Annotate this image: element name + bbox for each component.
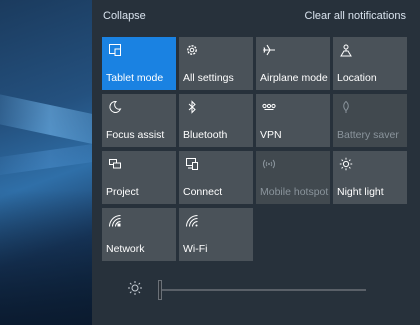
tile-bluetooth[interactable]: Bluetooth [179,94,253,147]
project-icon [109,159,121,169]
vpn-icon [262,103,276,110]
tile-airplane-mode[interactable]: Airplane mode [256,37,330,90]
tile-label: VPN [260,129,282,141]
clear-all-notifications-link[interactable]: Clear all notifications [305,10,407,22]
tile-label: Mobile hotspot [260,186,329,198]
tile-night-light[interactable]: Night light [333,151,407,204]
sun-icon [339,157,353,171]
tile-label: Battery saver [337,129,399,141]
tile-label: Focus assist [106,129,165,141]
tile-mobile-hotspot[interactable]: Mobile hotspot [256,151,330,204]
wallpaper-shadow [0,190,92,325]
bluetooth-icon [188,100,196,114]
tile-vpn[interactable]: VPN [256,94,330,147]
battery-saver-icon [343,100,349,113]
brightness-slider-thumb[interactable] [158,280,162,300]
tile-label: Project [106,186,139,198]
tile-label: Night light [337,186,384,198]
tile-label: Network [106,243,145,255]
wallpaper-light-beam [0,140,92,178]
brightness-slider-track[interactable] [159,289,366,291]
tile-connect[interactable]: Connect [179,151,253,204]
tile-battery-saver[interactable]: Battery saver [333,94,407,147]
brightness-icon [128,281,142,295]
tile-label: Location [337,72,377,84]
tile-focus-assist[interactable]: Focus assist [102,94,176,147]
tile-label: Wi-Fi [183,243,208,255]
gear-icon [187,45,197,55]
moon-icon [109,100,122,113]
tile-all-settings[interactable]: All settings [179,37,253,90]
tile-network[interactable]: Network [102,208,176,261]
tile-label: Bluetooth [183,129,228,141]
wifi-icon [186,215,198,227]
tile-label: Tablet mode [106,72,164,84]
collapse-link[interactable]: Collapse [103,10,146,22]
tile-label: All settings [183,72,234,84]
tile-label: Airplane mode [260,72,328,84]
tile-location[interactable]: Location [333,37,407,90]
desktop-wallpaper [0,0,92,325]
location-icon [340,44,352,57]
action-center-header: Collapse Clear all notifications [92,0,420,34]
tile-tablet-mode[interactable]: Tablet mode [102,37,176,90]
tablet-mode-icon [109,44,121,56]
network-icon [109,215,121,227]
action-center: Collapse Clear all notifications Tablet … [92,0,420,325]
wallpaper-light-beam [0,90,92,150]
tile-wifi[interactable]: Wi-Fi [179,208,253,261]
airplane-icon [263,44,275,56]
tile-project[interactable]: Project [102,151,176,204]
tile-label: Connect [183,186,223,198]
mobile-hotspot-icon [263,159,275,169]
connect-icon [186,158,198,170]
